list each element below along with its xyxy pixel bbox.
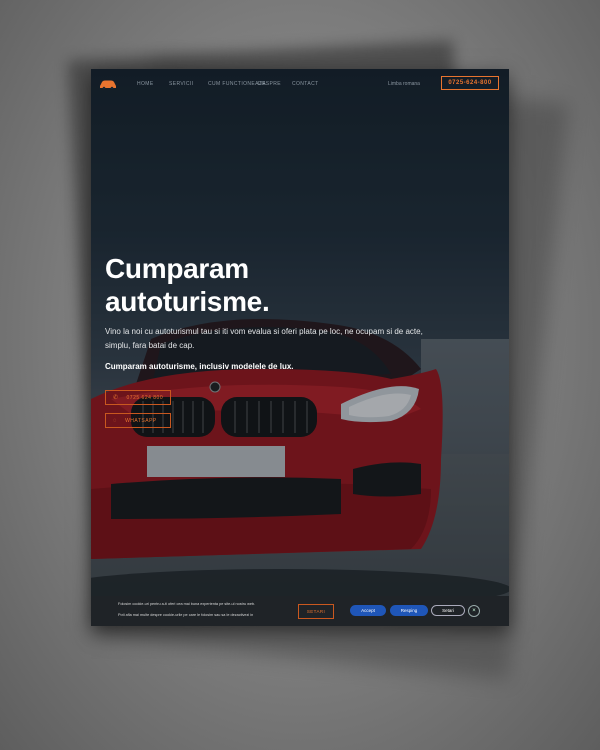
cookie-settings-button[interactable]: Setari [431, 605, 465, 616]
cookie-accept-button[interactable]: Accept [350, 605, 386, 616]
nav-link-servicii[interactable]: Servicii [169, 81, 194, 87]
cookie-text-line2: Poti afla mai multe despre cookie-urile … [118, 613, 254, 617]
cookie-text-line1: Folosim cookie-uri pentru a-ti oferi cea… [118, 602, 256, 606]
hero-title-line1: Cumparam [105, 253, 249, 284]
hero-lead-text: Vino la noi cu autoturismul tau si iti v… [105, 327, 423, 350]
nav-link-despre[interactable]: Despre [258, 81, 281, 87]
cookie-reject-button[interactable]: Resping [390, 605, 428, 616]
hero-title: Cumparam autoturisme. [105, 252, 465, 318]
top-navigation: Home Servicii Cum functioneaza Despre Co… [91, 69, 509, 99]
whatsapp-button[interactable]: ◌ WHATSAPP [105, 413, 171, 428]
whatsapp-icon: ◌ [113, 417, 118, 424]
cookie-settings-link[interactable]: SETARI [298, 604, 334, 619]
header-phone-button[interactable]: 0725-624-800 [441, 76, 499, 90]
nav-link-contact[interactable]: Contact [292, 81, 319, 87]
hero-title-line2: autoturisme. [105, 286, 270, 317]
language-selector[interactable]: Limba romana [388, 81, 420, 87]
whatsapp-button-label: WHATSAPP [125, 417, 157, 424]
car-logo-icon[interactable] [99, 79, 117, 89]
call-phone-button-label: 0725 624 800 [126, 394, 164, 401]
nav-link-home[interactable]: Home [137, 81, 154, 87]
cookie-consent-bar: Folosim cookie-uri pentru a-ti oferi cea… [91, 596, 509, 626]
website-page: Home Servicii Cum functioneaza Despre Co… [91, 69, 509, 626]
phone-icon: ✆ [113, 395, 119, 401]
hero-subtitle: Cumparam autoturisme, inclusiv modelele … [105, 362, 294, 371]
call-phone-button[interactable]: ✆ 0725 624 800 [105, 390, 171, 405]
close-icon[interactable]: × [468, 605, 480, 617]
